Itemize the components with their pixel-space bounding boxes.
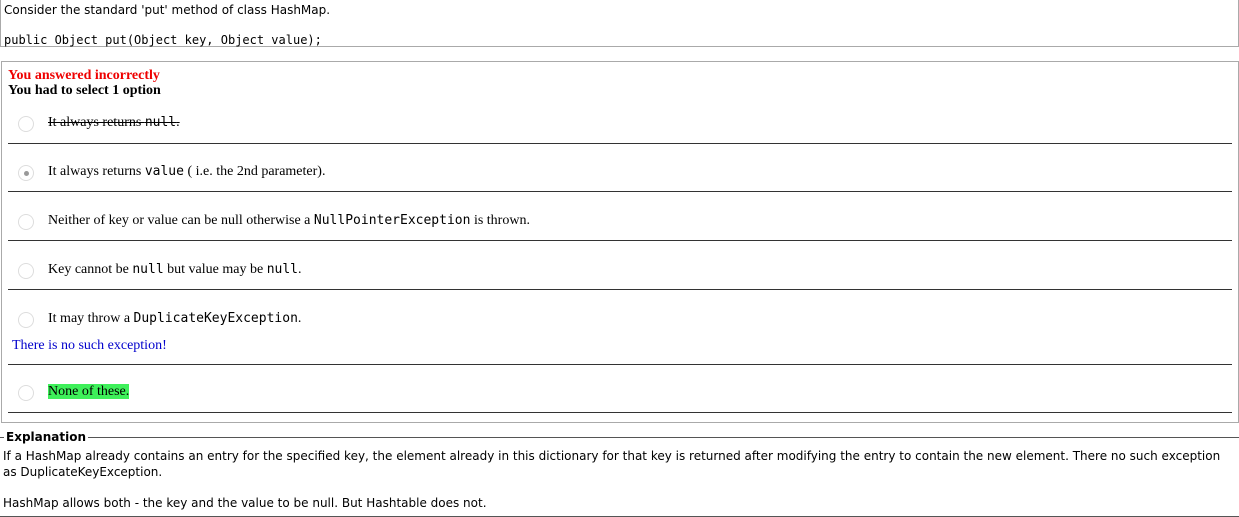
explanation-title: Explanation: [4, 430, 89, 444]
answer-box: You answered incorrectly You had to sele…: [1, 61, 1239, 423]
option-2-label: It always returns value ( i.e. the 2nd p…: [48, 164, 326, 179]
result-status: You answered incorrectly: [8, 68, 160, 83]
option-divider: [8, 240, 1232, 241]
option-divider: [8, 143, 1232, 144]
option-3-radio[interactable]: [18, 214, 34, 230]
option-5-radio[interactable]: [18, 312, 34, 328]
option-divider: [8, 191, 1232, 192]
question-text: Consider the standard 'put' method of cl…: [4, 3, 331, 17]
option-6-label: None of these.: [48, 384, 130, 400]
explanation-rule: [0, 437, 1239, 438]
option-4-label: Key cannot be null but value may be null…: [48, 262, 302, 277]
explanation-section: Explanation If a HashMap already contain…: [0, 430, 1239, 517]
option-divider: [8, 289, 1232, 290]
question-box: Consider the standard 'put' method of cl…: [0, 0, 1239, 47]
option-1-label: It always returns null.: [48, 115, 180, 130]
correct-answer-highlight: None of these.: [48, 384, 130, 399]
explanation-paragraph-1: If a HashMap already contains an entry f…: [3, 449, 1221, 479]
option-2-radio-selected[interactable]: [18, 165, 34, 181]
option-6-radio[interactable]: [18, 385, 34, 401]
option-5-label: It may throw a DuplicateKeyException.: [48, 311, 302, 326]
explanation-paragraph-2: HashMap allows both - the key and the va…: [3, 496, 487, 510]
option-divider: [8, 412, 1232, 413]
result-instruction: You had to select 1 option: [8, 83, 161, 98]
option-3-label: Neither of key or value can be null othe…: [48, 213, 530, 228]
question-code: public Object put(Object key, Object val…: [4, 33, 322, 47]
option-5-feedback: There is no such exception!: [12, 338, 167, 353]
option-1-radio[interactable]: [18, 116, 34, 132]
option-divider: [8, 364, 1232, 365]
option-4-radio[interactable]: [18, 263, 34, 279]
